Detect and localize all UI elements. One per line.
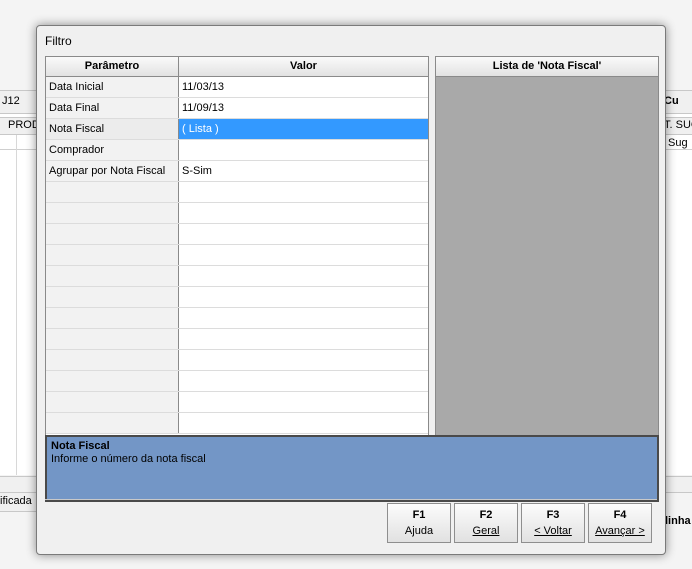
- param-value[interactable]: S-Sim: [179, 161, 428, 181]
- param-value[interactable]: 11/03/13: [179, 77, 428, 97]
- empty-row: [46, 182, 428, 203]
- next-button[interactable]: F4 Avançar >: [588, 503, 652, 543]
- background-col-sug2: Sug: [668, 137, 688, 149]
- parameter-grid: Parâmetro Valor Data Inicial 11/03/13 Da…: [45, 56, 429, 436]
- background-bottom-left-text: ificada: [0, 495, 32, 507]
- background-col-prod: PROD: [8, 119, 40, 131]
- param-value[interactable]: 11/09/13: [179, 98, 428, 118]
- background-field: J12: [2, 95, 20, 107]
- empty-row: [46, 350, 428, 371]
- param-label: Agrupar por Nota Fiscal: [46, 161, 179, 181]
- param-row-data-final[interactable]: Data Final 11/09/13: [46, 98, 428, 119]
- empty-row: [46, 413, 428, 434]
- button-label: Avançar >: [595, 525, 645, 537]
- background-bottom-right-text: linha: [665, 515, 691, 527]
- button-label: Ajuda: [404, 525, 434, 537]
- empty-row: [46, 224, 428, 245]
- help-panel: Nota Fiscal Informe o número da nota fis…: [45, 435, 659, 502]
- button-key: F3: [546, 509, 560, 521]
- param-row-data-inicial[interactable]: Data Inicial 11/03/13: [46, 77, 428, 98]
- column-header-param[interactable]: Parâmetro: [46, 57, 179, 77]
- column-header-value[interactable]: Valor: [179, 57, 428, 77]
- param-label: Nota Fiscal: [46, 119, 179, 139]
- empty-row: [46, 392, 428, 413]
- help-title: Nota Fiscal: [51, 440, 110, 452]
- param-row-nota-fiscal[interactable]: Nota Fiscal ( Lista ): [46, 119, 428, 140]
- empty-row: [46, 287, 428, 308]
- param-row-comprador[interactable]: Comprador: [46, 140, 428, 161]
- param-label: Comprador: [46, 140, 179, 160]
- list-title: Lista de 'Nota Fiscal': [436, 57, 658, 77]
- button-key: F2: [479, 509, 493, 521]
- back-button[interactable]: F3 < Voltar: [521, 503, 585, 543]
- param-label: Data Inicial: [46, 77, 179, 97]
- empty-row: [46, 245, 428, 266]
- background-grid-col: [16, 135, 17, 475]
- filter-dialog: Filtro Parâmetro Valor Data Inicial 11/0…: [36, 25, 666, 555]
- empty-row: [46, 329, 428, 350]
- button-key: F4: [613, 509, 627, 521]
- button-label: Geral: [472, 525, 500, 537]
- button-key: F1: [412, 509, 426, 521]
- general-button[interactable]: F2 Geral: [454, 503, 518, 543]
- param-value[interactable]: ( Lista ): [179, 119, 428, 139]
- empty-row: [46, 308, 428, 329]
- background-col-sug: T. SUG: [664, 119, 692, 131]
- background-right-label: Cu: [664, 95, 679, 107]
- help-text: Informe o número da nota fiscal: [51, 453, 206, 465]
- empty-row: [46, 371, 428, 392]
- dialog-title: Filtro: [45, 34, 72, 48]
- param-label: Data Final: [46, 98, 179, 118]
- help-button[interactable]: F1 Ajuda: [387, 503, 451, 543]
- button-label: < Voltar: [534, 525, 572, 537]
- param-value[interactable]: [179, 140, 428, 160]
- nota-fiscal-list[interactable]: Lista de 'Nota Fiscal': [435, 56, 659, 436]
- divider: [45, 499, 657, 500]
- empty-row: [46, 266, 428, 287]
- empty-row: [46, 203, 428, 224]
- param-row-agrupar[interactable]: Agrupar por Nota Fiscal S-Sim: [46, 161, 428, 182]
